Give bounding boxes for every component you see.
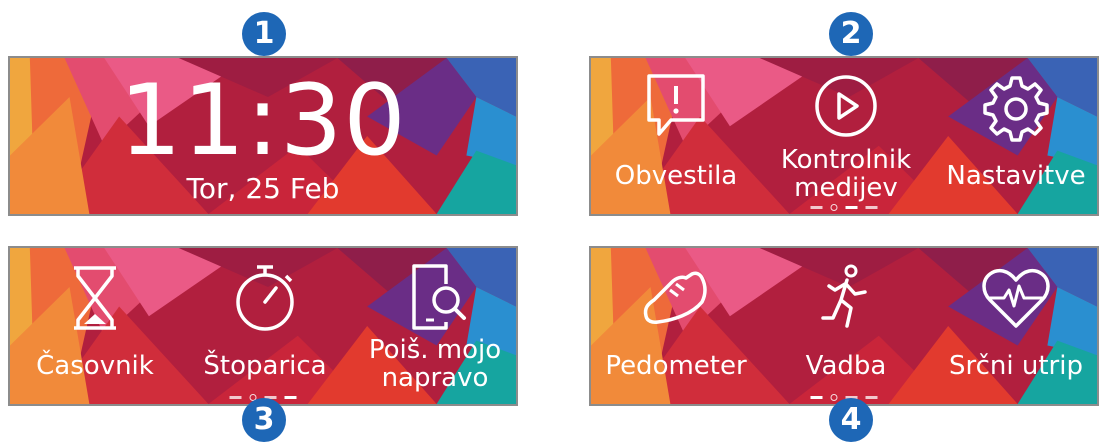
callout-marker-1: 1 [242,12,286,56]
app-label: Poiš. mojo napravo [368,335,502,393]
page-dash-active [810,395,823,399]
app-label: Časovnik [36,351,154,381]
page-dash [810,205,823,209]
app-label: Obvestila [614,161,738,191]
stopwatch-icon [236,265,294,331]
page-indicator [810,203,878,211]
app-stopwatch[interactable]: Štoparica [180,248,350,404]
apps-screen-1: Obvestila Kontrolnik medijev Nastavitve [589,56,1099,216]
page-dash [229,395,242,399]
app-heart-rate[interactable]: Srčni utrip [931,248,1097,404]
app-find-my-device[interactable]: Poiš. mojo napravo [350,248,516,404]
app-exercise[interactable]: Vadba [761,248,931,404]
heart-rate-icon [982,268,1050,328]
app-label: Srčni utrip [949,351,1083,381]
home-dot [830,203,838,211]
hourglass-icon [74,266,116,330]
app-timer[interactable]: Časovnik [10,248,180,404]
shoe-icon [643,271,707,324]
app-label: Kontrolnik medijev [780,145,912,203]
app-media-controller[interactable]: Kontrolnik medijev [761,58,931,214]
app-notifications[interactable]: Obvestila [591,58,761,214]
page-dash-active [845,205,858,209]
callout-marker-2: 2 [829,12,873,56]
apps-screen-2: Časovnik Štoparica Poiš. mojo napravo [8,246,518,406]
app-settings[interactable]: Nastavitve [931,58,1097,214]
page-dash [865,205,878,209]
page-dash [865,395,878,399]
app-label: Štoparica [203,351,327,381]
page-dash-active [284,395,297,399]
app-label: Nastavitve [946,161,1086,191]
running-person-icon [821,264,867,328]
clock-date: Tor, 25 Feb [186,172,340,205]
app-pedometer[interactable]: Pedometer [591,248,761,404]
clock-screen: 11:30 Tor, 25 Feb [8,56,518,216]
callout-marker-3: 3 [242,398,286,442]
notification-bubble-icon [647,74,705,136]
home-dot [830,393,838,401]
callout-marker-4: 4 [829,398,873,442]
find-device-icon [412,264,466,330]
gear-icon [983,76,1049,142]
app-label: Pedometer [605,351,747,381]
apps-screen-3: Pedometer Vadba Srčni utrip [589,246,1099,406]
clock-time: 11:30 [119,64,407,178]
play-circle-icon [815,75,877,137]
app-label: Vadba [805,351,887,381]
